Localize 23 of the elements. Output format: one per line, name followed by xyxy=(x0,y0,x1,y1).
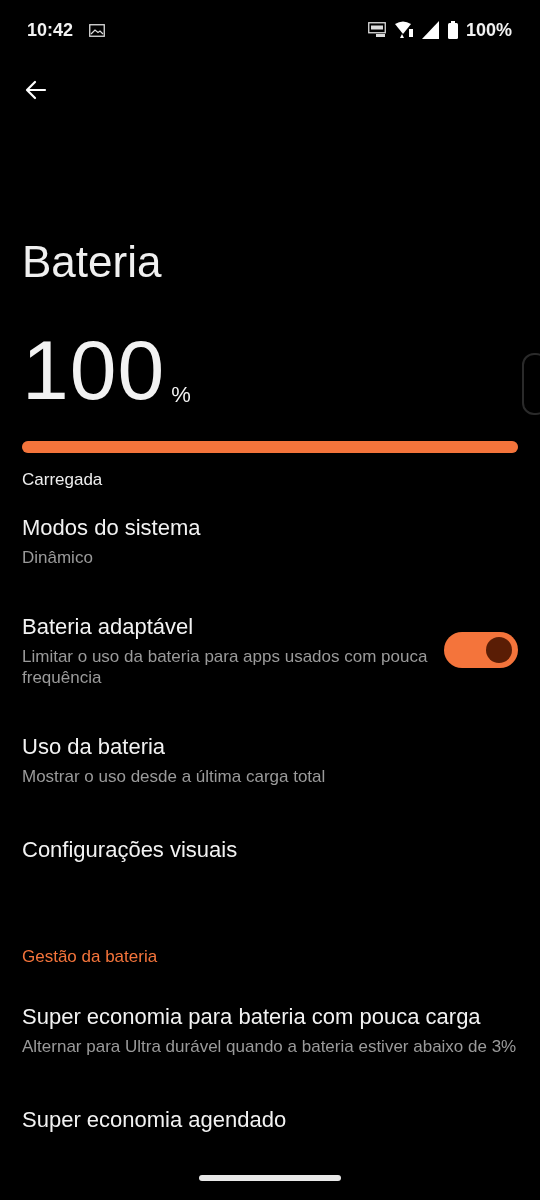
setting-title[interactable]: Super economia agendado xyxy=(22,1105,518,1135)
image-icon xyxy=(89,23,106,37)
wifi-icon xyxy=(393,21,414,39)
percent-sign: % xyxy=(171,382,191,408)
setting-title[interactable]: Bateria adaptável xyxy=(22,612,428,642)
battery-icon xyxy=(447,21,458,39)
setting-summary: Alternar para Ultra durável quando a bateria estiver abaixo de 3% xyxy=(22,1036,518,1057)
toggle-switch[interactable] xyxy=(444,632,518,668)
battery-level: 100 xyxy=(22,332,166,408)
setting-summary: Mostrar o uso desde a última carga total xyxy=(22,766,327,787)
setting-title[interactable]: Modos do sistema xyxy=(22,513,518,543)
signal-icon xyxy=(421,21,440,39)
setting-title[interactable]: Configurações visuais xyxy=(22,835,518,865)
setting-summary: Dinâmico xyxy=(22,547,94,568)
status-time: 10:42 xyxy=(27,19,74,41)
charge-status: Carregada xyxy=(22,469,104,491)
battery-percent: 100% xyxy=(465,19,512,41)
page-title: Bateria xyxy=(22,236,163,288)
setting-title[interactable]: Super economia para bateria com pouca carga xyxy=(22,1002,518,1032)
display-icon xyxy=(367,22,386,38)
setting-title[interactable]: Uso da bateria xyxy=(22,732,518,762)
setting-summary: Limitar o uso da bateria para apps usados com pouca frequência xyxy=(22,646,428,688)
section-header: Gestão da bateria xyxy=(22,946,159,968)
